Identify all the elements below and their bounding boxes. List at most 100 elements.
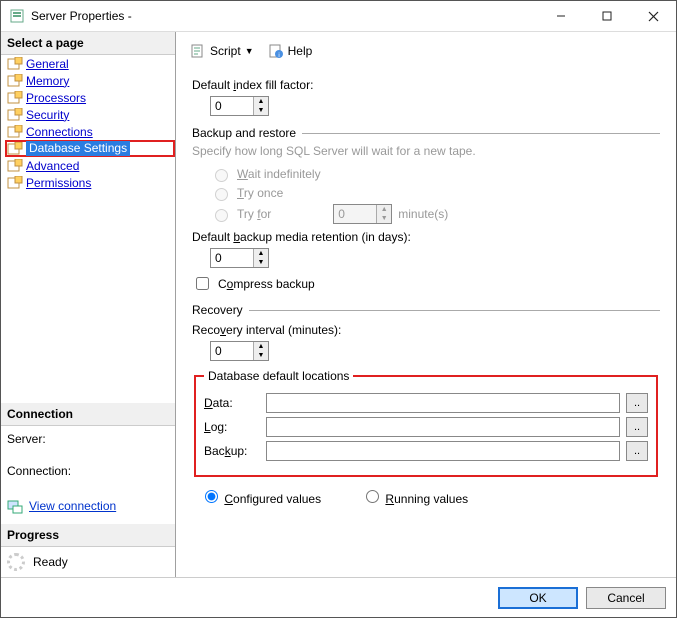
sidebar: Select a page General Memory Processors …	[1, 32, 176, 577]
connection-label: Connection:	[7, 464, 169, 478]
backup-path-input[interactable]	[266, 441, 620, 461]
try-for-radio	[215, 209, 228, 222]
fill-factor-label: Default index fill factor:	[192, 78, 660, 92]
step-up-icon[interactable]: ▲	[254, 249, 268, 258]
step-down-icon[interactable]: ▼	[254, 351, 268, 360]
backup-restore-title: Backup and restore	[192, 126, 296, 140]
compress-label: Compress backup	[218, 277, 315, 291]
log-label: Log:	[204, 420, 260, 434]
sidebar-item-label: Memory	[26, 74, 69, 88]
sidebar-item-label: Processors	[26, 91, 86, 105]
minimize-button[interactable]	[538, 1, 584, 31]
log-path-input[interactable]	[266, 417, 620, 437]
page-icon	[7, 176, 23, 190]
backup-restore-hint: Specify how long SQL Server will wait fo…	[192, 144, 660, 158]
page-icon	[7, 74, 23, 88]
try-for-label: Try for	[237, 207, 271, 221]
page-icon	[7, 142, 23, 156]
wait-indef-radio	[215, 169, 228, 182]
retention-stepper[interactable]: ▲▼	[210, 248, 269, 268]
svg-text:i: i	[278, 53, 279, 59]
page-icon	[7, 108, 23, 122]
sidebar-item-permissions[interactable]: Permissions	[5, 174, 175, 191]
window-title: Server Properties -	[31, 9, 538, 23]
script-button[interactable]: Script ▼	[186, 41, 258, 61]
configured-label: Configured values	[224, 492, 321, 506]
view-connection-link[interactable]: View connection	[29, 499, 116, 513]
wait-indef-label: Wait indefinitely	[237, 167, 321, 181]
maximize-button[interactable]	[584, 1, 630, 31]
cancel-button[interactable]: Cancel	[586, 587, 666, 609]
log-browse-button[interactable]: ..	[626, 417, 648, 437]
dialog-footer: OK Cancel	[1, 577, 676, 617]
progress-spinner-icon	[7, 553, 25, 571]
close-button[interactable]	[630, 1, 676, 31]
sidebar-item-processors[interactable]: Processors	[5, 89, 175, 106]
script-icon	[190, 43, 206, 59]
sidebar-item-label: Permissions	[26, 176, 91, 190]
sidebar-item-connections[interactable]: Connections	[5, 123, 175, 140]
backup-browse-button[interactable]: ..	[626, 441, 648, 461]
server-properties-window: Server Properties - Select a page Genera…	[0, 0, 677, 618]
sidebar-item-label: Advanced	[26, 159, 79, 173]
script-label: Script	[210, 44, 241, 58]
try-for-input	[334, 205, 376, 223]
connection-header: Connection	[1, 403, 175, 426]
titlebar: Server Properties -	[1, 1, 676, 32]
page-icon	[7, 91, 23, 105]
try-for-stepper: ▲▼	[333, 204, 392, 224]
step-up-icon: ▲	[377, 205, 391, 214]
sidebar-item-database-settings[interactable]: Database Settings	[5, 140, 175, 157]
app-icon	[9, 8, 25, 24]
try-once-label: Try once	[237, 186, 283, 200]
sidebar-item-label: Connections	[26, 125, 93, 139]
page-list: General Memory Processors Security Conne…	[1, 55, 175, 191]
page-icon	[7, 159, 23, 173]
sidebar-item-memory[interactable]: Memory	[5, 72, 175, 89]
step-down-icon[interactable]: ▼	[254, 258, 268, 267]
default-locations-group: Database default locations Data: .. Log:…	[194, 369, 658, 477]
step-up-icon[interactable]: ▲	[254, 97, 268, 106]
page-icon	[7, 57, 23, 71]
backup-label: Backup:	[204, 444, 260, 458]
configured-values-radio[interactable]: Configured values	[200, 487, 321, 506]
help-icon: i	[268, 43, 284, 59]
connection-icon	[7, 498, 23, 514]
try-once-radio	[215, 188, 228, 201]
chevron-down-icon: ▼	[245, 46, 254, 56]
sidebar-item-advanced[interactable]: Advanced	[5, 157, 175, 174]
fill-factor-input[interactable]	[211, 97, 253, 115]
running-label: Running values	[385, 492, 468, 506]
select-page-header: Select a page	[1, 32, 175, 55]
sidebar-item-label: General	[26, 57, 69, 71]
locations-title: Database default locations	[204, 369, 353, 383]
try-for-unit: minute(s)	[398, 207, 448, 221]
retention-input[interactable]	[211, 249, 253, 267]
recovery-interval-input[interactable]	[211, 342, 253, 360]
data-path-input[interactable]	[266, 393, 620, 413]
data-browse-button[interactable]: ..	[626, 393, 648, 413]
sidebar-item-label: Security	[26, 108, 69, 122]
sidebar-item-general[interactable]: General	[5, 55, 175, 72]
ok-button[interactable]: OK	[498, 587, 578, 609]
help-label: Help	[288, 44, 313, 58]
help-button[interactable]: i Help	[264, 41, 317, 61]
fill-factor-stepper[interactable]: ▲▼	[210, 96, 269, 116]
toolbar: Script ▼ i Help	[186, 38, 666, 64]
step-down-icon: ▼	[377, 214, 391, 223]
recovery-title: Recovery	[192, 303, 243, 317]
progress-header: Progress	[1, 524, 175, 547]
server-label: Server:	[7, 432, 169, 446]
step-down-icon[interactable]: ▼	[254, 106, 268, 115]
compress-checkbox[interactable]	[196, 277, 209, 290]
recovery-interval-stepper[interactable]: ▲▼	[210, 341, 269, 361]
progress-status: Ready	[33, 555, 68, 569]
running-values-radio[interactable]: Running values	[361, 487, 468, 506]
sidebar-item-security[interactable]: Security	[5, 106, 175, 123]
recovery-interval-label: Recovery interval (minutes):	[192, 323, 660, 337]
page-icon	[7, 125, 23, 139]
step-up-icon[interactable]: ▲	[254, 342, 268, 351]
retention-label: Default backup media retention (in days)…	[192, 230, 660, 244]
main-panel: Script ▼ i Help Default index fill facto…	[176, 32, 676, 577]
sidebar-item-label: Database Settings	[29, 141, 127, 155]
